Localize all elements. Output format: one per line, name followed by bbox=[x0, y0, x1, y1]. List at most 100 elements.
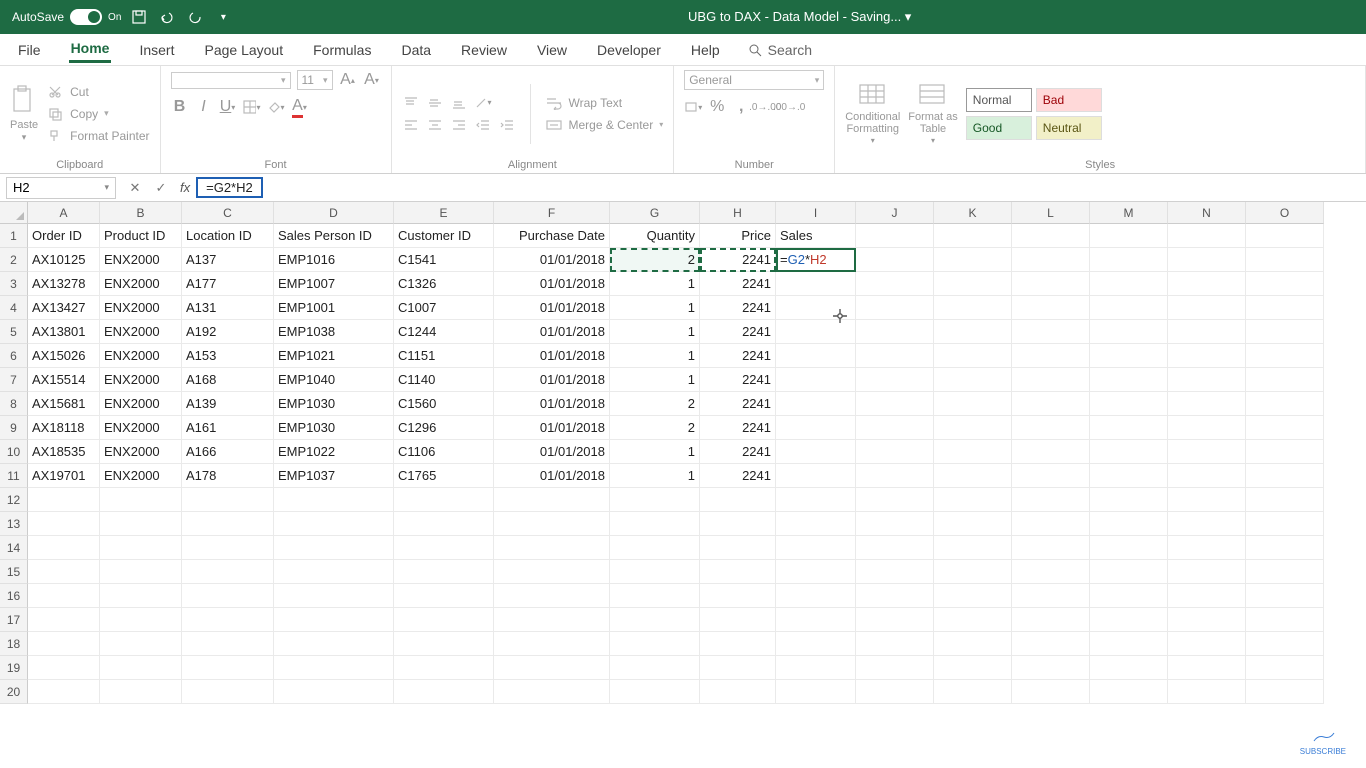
cell-B1[interactable]: Product ID bbox=[100, 224, 182, 248]
qat-customize-icon[interactable]: ▾ bbox=[213, 7, 233, 27]
cell-I8[interactable] bbox=[776, 392, 856, 416]
cell-C6[interactable]: A153 bbox=[182, 344, 274, 368]
cell-J8[interactable] bbox=[856, 392, 934, 416]
tab-view[interactable]: View bbox=[535, 38, 569, 62]
cell-B17[interactable] bbox=[100, 608, 182, 632]
cell-N19[interactable] bbox=[1168, 656, 1246, 680]
cell-G5[interactable]: 1 bbox=[610, 320, 700, 344]
cell-A9[interactable]: AX18118 bbox=[28, 416, 100, 440]
cell-H2[interactable]: 2241 bbox=[700, 248, 776, 272]
cell-B20[interactable] bbox=[100, 680, 182, 704]
cell-K16[interactable] bbox=[934, 584, 1012, 608]
cell-L4[interactable] bbox=[1012, 296, 1090, 320]
cell-B5[interactable]: ENX2000 bbox=[100, 320, 182, 344]
cell-G2[interactable]: 2 bbox=[610, 248, 700, 272]
cell-C11[interactable]: A178 bbox=[182, 464, 274, 488]
cell-A14[interactable] bbox=[28, 536, 100, 560]
cell-N14[interactable] bbox=[1168, 536, 1246, 560]
increase-decimal-button[interactable]: .0→.00 bbox=[756, 98, 774, 116]
cell-D3[interactable]: EMP1007 bbox=[274, 272, 394, 296]
cell-C15[interactable] bbox=[182, 560, 274, 584]
cell-E18[interactable] bbox=[394, 632, 494, 656]
row-header-12[interactable]: 12 bbox=[0, 488, 28, 512]
cell-I15[interactable] bbox=[776, 560, 856, 584]
cell-I7[interactable] bbox=[776, 368, 856, 392]
col-header-I[interactable]: I bbox=[776, 202, 856, 224]
cell-H13[interactable] bbox=[700, 512, 776, 536]
col-header-O[interactable]: O bbox=[1246, 202, 1324, 224]
cell-O8[interactable] bbox=[1246, 392, 1324, 416]
decrease-indent-icon[interactable] bbox=[474, 116, 492, 134]
cell-M5[interactable] bbox=[1090, 320, 1168, 344]
cell-N4[interactable] bbox=[1168, 296, 1246, 320]
cell-K7[interactable] bbox=[934, 368, 1012, 392]
cell-G12[interactable] bbox=[610, 488, 700, 512]
cell-N9[interactable] bbox=[1168, 416, 1246, 440]
row-headers[interactable]: 1234567891011121314151617181920 bbox=[0, 224, 28, 704]
name-box[interactable]: H2▾ bbox=[6, 177, 116, 199]
cell-G10[interactable]: 1 bbox=[610, 440, 700, 464]
cell-D18[interactable] bbox=[274, 632, 394, 656]
cell-K10[interactable] bbox=[934, 440, 1012, 464]
cell-C16[interactable] bbox=[182, 584, 274, 608]
cell-A8[interactable]: AX15681 bbox=[28, 392, 100, 416]
cell-L14[interactable] bbox=[1012, 536, 1090, 560]
cell-K17[interactable] bbox=[934, 608, 1012, 632]
cell-L3[interactable] bbox=[1012, 272, 1090, 296]
cell-B8[interactable]: ENX2000 bbox=[100, 392, 182, 416]
cell-N12[interactable] bbox=[1168, 488, 1246, 512]
cell-E2[interactable]: C1541 bbox=[394, 248, 494, 272]
font-size-select[interactable]: 11▾ bbox=[297, 70, 333, 90]
paste-button[interactable]: Paste ▾ bbox=[10, 85, 38, 143]
formula-input[interactable]: =G2*H2 bbox=[196, 177, 1366, 198]
cell-H4[interactable]: 2241 bbox=[700, 296, 776, 320]
orientation-icon[interactable]: ▾ bbox=[474, 94, 492, 112]
cell-D6[interactable]: EMP1021 bbox=[274, 344, 394, 368]
cell-M12[interactable] bbox=[1090, 488, 1168, 512]
cell-B19[interactable] bbox=[100, 656, 182, 680]
cell-D13[interactable] bbox=[274, 512, 394, 536]
cell-C8[interactable]: A139 bbox=[182, 392, 274, 416]
increase-indent-icon[interactable] bbox=[498, 116, 516, 134]
cell-D19[interactable] bbox=[274, 656, 394, 680]
cell-F18[interactable] bbox=[494, 632, 610, 656]
row-header-16[interactable]: 16 bbox=[0, 584, 28, 608]
cell-I2[interactable]: =G2*H2 bbox=[776, 248, 856, 272]
cell-D4[interactable]: EMP1001 bbox=[274, 296, 394, 320]
cell-E6[interactable]: C1151 bbox=[394, 344, 494, 368]
cell-J2[interactable] bbox=[856, 248, 934, 272]
cell-B3[interactable]: ENX2000 bbox=[100, 272, 182, 296]
cell-E12[interactable] bbox=[394, 488, 494, 512]
cell-D15[interactable] bbox=[274, 560, 394, 584]
cell-C9[interactable]: A161 bbox=[182, 416, 274, 440]
cell-J5[interactable] bbox=[856, 320, 934, 344]
cell-G19[interactable] bbox=[610, 656, 700, 680]
cell-K19[interactable] bbox=[934, 656, 1012, 680]
col-header-J[interactable]: J bbox=[856, 202, 934, 224]
cell-N7[interactable] bbox=[1168, 368, 1246, 392]
cell-C20[interactable] bbox=[182, 680, 274, 704]
cell-K4[interactable] bbox=[934, 296, 1012, 320]
cell-E16[interactable] bbox=[394, 584, 494, 608]
cell-J1[interactable] bbox=[856, 224, 934, 248]
cell-K18[interactable] bbox=[934, 632, 1012, 656]
cell-J6[interactable] bbox=[856, 344, 934, 368]
row-header-4[interactable]: 4 bbox=[0, 296, 28, 320]
row-header-17[interactable]: 17 bbox=[0, 608, 28, 632]
cell-F4[interactable]: 01/01/2018 bbox=[494, 296, 610, 320]
cell-B18[interactable] bbox=[100, 632, 182, 656]
cell-F3[interactable]: 01/01/2018 bbox=[494, 272, 610, 296]
cell-F11[interactable]: 01/01/2018 bbox=[494, 464, 610, 488]
cell-L16[interactable] bbox=[1012, 584, 1090, 608]
cell-I3[interactable] bbox=[776, 272, 856, 296]
cut-button[interactable]: Cut bbox=[46, 83, 149, 101]
cell-J16[interactable] bbox=[856, 584, 934, 608]
cell-M11[interactable] bbox=[1090, 464, 1168, 488]
cell-N5[interactable] bbox=[1168, 320, 1246, 344]
percent-button[interactable]: % bbox=[708, 98, 726, 116]
cell-O5[interactable] bbox=[1246, 320, 1324, 344]
cell-G17[interactable] bbox=[610, 608, 700, 632]
cell-B12[interactable] bbox=[100, 488, 182, 512]
cell-L13[interactable] bbox=[1012, 512, 1090, 536]
cell-G1[interactable]: Quantity bbox=[610, 224, 700, 248]
